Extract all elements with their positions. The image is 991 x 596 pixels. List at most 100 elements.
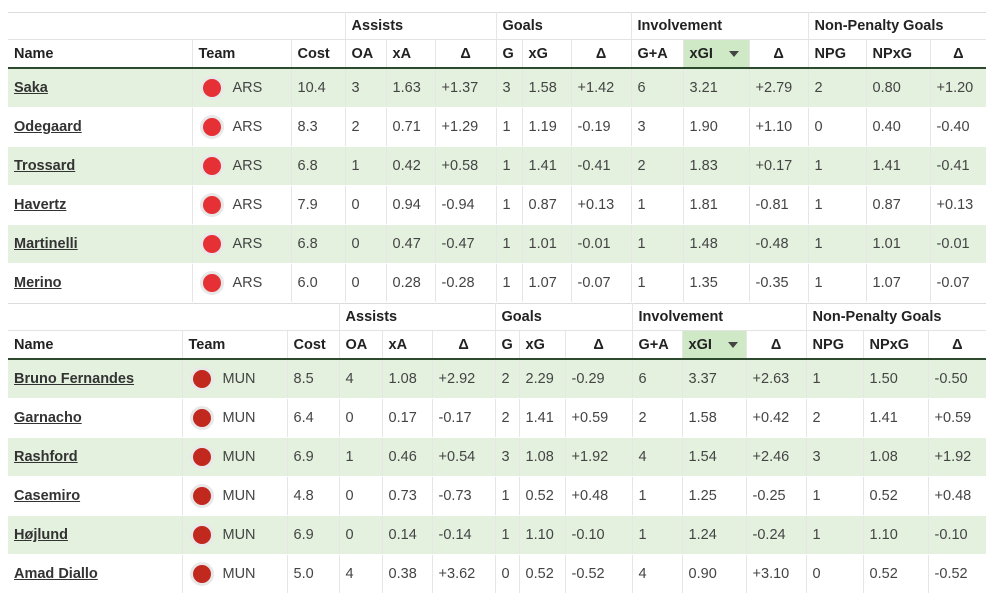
table-row: Saka ARS 10.4 3 1.63 +1.37 3 1.58 +1.42 …	[8, 68, 987, 108]
team-cell: ARS	[199, 115, 291, 139]
cell-npg: 1	[808, 185, 867, 225]
player-link[interactable]: Casemiro	[14, 488, 80, 504]
col-team[interactable]: Team	[182, 330, 288, 360]
player-link[interactable]: Martinelli	[14, 236, 78, 252]
team-code: MUN	[222, 566, 256, 582]
col-name[interactable]: Name	[8, 39, 193, 69]
cell-npg-delta: +1.92	[928, 437, 987, 477]
player-link[interactable]: Højlund	[14, 527, 68, 543]
cell-xg: 1.41	[522, 146, 572, 186]
col-team[interactable]: Team	[192, 39, 292, 69]
col-ga[interactable]: G+A	[632, 330, 683, 360]
player-link[interactable]: Saka	[14, 80, 48, 96]
col-name[interactable]: Name	[8, 330, 183, 360]
cell-goals-delta: -0.52	[565, 554, 633, 594]
cell-oa: 1	[339, 437, 383, 477]
cell-npg: 1	[806, 476, 864, 516]
cell-npxg: 1.10	[863, 515, 929, 555]
cell-npg-delta: -0.50	[928, 359, 987, 399]
col-g[interactable]: G	[495, 330, 520, 360]
cell-g: 3	[495, 437, 520, 477]
col-npg-delta[interactable]: Δ	[930, 39, 987, 69]
col-xgi-sorted[interactable]: xGI	[682, 330, 747, 360]
col-npg[interactable]: NPG	[808, 39, 867, 69]
team-badge-icon	[189, 562, 214, 586]
cell-npg-delta: -0.40	[930, 107, 987, 147]
col-cost[interactable]: Cost	[291, 39, 346, 69]
player-link[interactable]: Rashford	[14, 449, 78, 465]
cell-xgi: 1.25	[682, 476, 747, 516]
col-cost[interactable]: Cost	[287, 330, 340, 360]
col-oa[interactable]: OA	[345, 39, 387, 69]
col-npxg[interactable]: NPxG	[863, 330, 929, 360]
table-row: Garnacho MUN 6.4 0 0.17 -0.17 2 1.41 +0.…	[8, 398, 987, 438]
cell-npg: 1	[806, 359, 864, 399]
cell-involvement-delta: -0.48	[749, 224, 809, 264]
team-code: MUN	[222, 488, 256, 504]
team-badge-icon	[189, 445, 214, 469]
group-header-blank	[8, 12, 346, 40]
cell-xa: 0.38	[382, 554, 433, 594]
col-involvement-delta[interactable]: Δ	[746, 330, 807, 360]
col-assists-delta[interactable]: Δ	[435, 39, 497, 69]
team-badge-icon	[199, 154, 224, 178]
col-xg[interactable]: xG	[522, 39, 572, 69]
cell-assists-delta: +0.54	[432, 437, 496, 477]
cell-xg: 2.29	[519, 359, 566, 399]
team-badge-icon	[199, 193, 224, 217]
col-involvement-delta[interactable]: Δ	[749, 39, 809, 69]
cell-xg: 0.52	[519, 476, 566, 516]
cell-xa: 1.08	[382, 359, 433, 399]
cell-xa: 1.63	[386, 68, 436, 108]
stats-table-mun: Assists Goals Involvement Non-Penalty Go…	[8, 303, 987, 594]
cell-goals-delta: +0.13	[571, 185, 632, 225]
cell-cost: 6.9	[287, 437, 340, 477]
cell-ga: 4	[632, 554, 683, 594]
team-cell: MUN	[189, 562, 287, 586]
player-link[interactable]: Bruno Fernandes	[14, 371, 134, 387]
cell-oa: 0	[345, 185, 387, 225]
cell-xg: 1.41	[519, 398, 566, 438]
player-link[interactable]: Havertz	[14, 197, 66, 213]
col-goals-delta[interactable]: Δ	[571, 39, 632, 69]
col-xa[interactable]: xA	[382, 330, 433, 360]
cell-cost: 8.5	[287, 359, 340, 399]
col-xgi-sorted[interactable]: xGI	[683, 39, 750, 69]
team-badge-icon	[189, 523, 214, 547]
col-g[interactable]: G	[496, 39, 523, 69]
col-npg[interactable]: NPG	[806, 330, 864, 360]
col-npg-delta[interactable]: Δ	[928, 330, 987, 360]
player-link[interactable]: Amad Diallo	[14, 566, 98, 582]
table-row: Trossard ARS 6.8 1 0.42 +0.58 1 1.41 -0.…	[8, 146, 987, 186]
cell-g: 3	[496, 68, 523, 108]
player-link[interactable]: Merino	[14, 275, 62, 291]
player-link[interactable]: Trossard	[14, 158, 75, 174]
col-npxg[interactable]: NPxG	[866, 39, 931, 69]
cell-involvement-delta: +2.79	[749, 68, 809, 108]
col-assists-delta[interactable]: Δ	[432, 330, 496, 360]
cell-g: 1	[495, 476, 520, 516]
cell-assists-delta: -0.17	[432, 398, 496, 438]
cell-npg: 2	[808, 68, 867, 108]
cell-npg-delta: +0.13	[930, 185, 987, 225]
player-link[interactable]: Odegaard	[14, 119, 82, 135]
cell-xgi: 1.58	[682, 398, 747, 438]
cell-cost: 10.4	[291, 68, 346, 108]
group-assists: Assists	[345, 12, 497, 40]
col-oa[interactable]: OA	[339, 330, 383, 360]
col-xg[interactable]: xG	[519, 330, 566, 360]
cell-goals-delta: -0.19	[571, 107, 632, 147]
group-involvement: Involvement	[631, 12, 809, 40]
col-xa[interactable]: xA	[386, 39, 436, 69]
cell-goals-delta: -0.01	[571, 224, 632, 264]
cell-xgi: 3.37	[682, 359, 747, 399]
col-ga[interactable]: G+A	[631, 39, 684, 69]
col-goals-delta[interactable]: Δ	[565, 330, 633, 360]
player-link[interactable]: Garnacho	[14, 410, 82, 426]
cell-assists-delta: +1.29	[435, 107, 497, 147]
cell-npg: 1	[808, 146, 867, 186]
cell-assists-delta: -0.28	[435, 263, 497, 303]
cell-ga: 2	[631, 146, 684, 186]
sort-desc-icon	[728, 50, 739, 57]
cell-npg-delta: -0.10	[928, 515, 987, 555]
